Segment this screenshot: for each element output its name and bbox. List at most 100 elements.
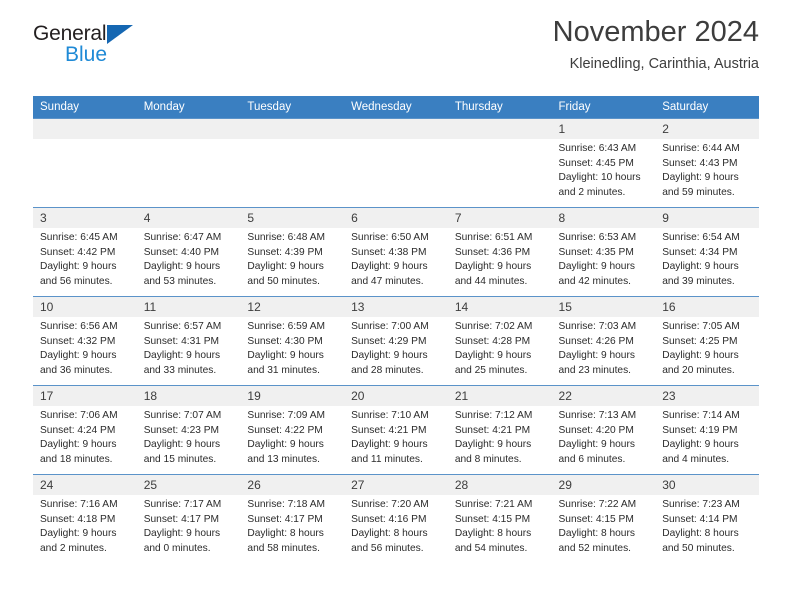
calendar-day-cell[interactable]: 26 Sunrise: 7:18 AM Sunset: 4:17 PM Dayligh… <box>240 474 345 564</box>
calendar-day-cell[interactable]: 19 Sunrise: 7:09 AM Sunset: 4:22 PM Dayligh… <box>240 385 345 475</box>
weekday-header-sunday: Sunday <box>33 96 137 119</box>
calendar-day-cell[interactable]: 11 Sunrise: 6:57 AM Sunset: 4:31 PM Dayligh… <box>136 296 241 386</box>
day-number <box>447 119 552 139</box>
day-details: Sunrise: 7:13 AM Sunset: 4:20 PM Daylight:… <box>552 406 656 467</box>
calendar-day-cell-empty <box>33 118 137 208</box>
sunset-time: Sunset: 4:24 PM <box>40 424 116 436</box>
sunrise-time: Sunrise: 7:03 AM <box>558 321 637 332</box>
day-details: Sunrise: 6:50 AM Sunset: 4:38 PM Daylight:… <box>344 228 448 289</box>
calendar-day-cell[interactable]: 5 Sunrise: 6:48 AM Sunset: 4:39 PM Daylight… <box>240 207 345 297</box>
day-details: Sunrise: 7:18 AM Sunset: 4:17 PM Daylight:… <box>240 495 344 556</box>
day-cell-inner: 16 Sunrise: 7:05 AM Sunset: 4:25 PM Dayligh… <box>655 297 759 385</box>
sunset-time: Sunset: 4:42 PM <box>40 246 116 258</box>
calendar-day-cell[interactable]: 3 Sunrise: 6:45 AM Sunset: 4:42 PM Daylight… <box>33 207 137 297</box>
calendar-day-cell[interactable]: 15 Sunrise: 7:03 AM Sunset: 4:26 PM Dayligh… <box>551 296 656 386</box>
calendar-day-cell[interactable]: 1 Sunrise: 6:43 AM Sunset: 4:45 PM Daylight… <box>551 118 656 208</box>
day-cell-inner: 23 Sunrise: 7:14 AM Sunset: 4:19 PM Dayligh… <box>655 386 759 474</box>
calendar-day-cell[interactable]: 23 Sunrise: 7:14 AM Sunset: 4:19 PM Dayligh… <box>655 385 759 475</box>
calendar-day-cell[interactable]: 17 Sunrise: 7:06 AM Sunset: 4:24 PM Dayligh… <box>33 385 137 475</box>
sunset-time: Sunset: 4:39 PM <box>247 246 323 258</box>
sunset-time: Sunset: 4:21 PM <box>454 424 531 436</box>
calendar-day-cell[interactable]: 9 Sunrise: 6:54 AM Sunset: 4:34 PM Daylight… <box>655 207 759 297</box>
calendar-day-cell[interactable]: 13 Sunrise: 7:00 AM Sunset: 4:29 PM Dayligh… <box>344 296 448 386</box>
sunset-time: Sunset: 4:16 PM <box>351 513 427 525</box>
daylight-duration-line1: Daylight: 8 hours <box>247 528 324 540</box>
sunrise-time: Sunrise: 7:06 AM <box>40 410 118 421</box>
day-number: 8 <box>551 208 656 228</box>
sunrise-time: Sunrise: 7:14 AM <box>662 410 740 421</box>
daylight-duration-line1: Daylight: 9 hours <box>558 261 635 273</box>
generalblue-logo[interactable]: General Blue <box>33 22 163 68</box>
daylight-duration-line2: and 53 minutes. <box>143 275 217 287</box>
calendar-day-cell[interactable]: 27 Sunrise: 7:20 AM Sunset: 4:16 PM Dayligh… <box>344 474 448 564</box>
sunset-time: Sunset: 4:21 PM <box>351 424 427 436</box>
calendar-day-cell[interactable]: 16 Sunrise: 7:05 AM Sunset: 4:25 PM Dayligh… <box>655 296 759 386</box>
day-details: Sunrise: 7:09 AM Sunset: 4:22 PM Daylight:… <box>240 406 344 467</box>
daylight-duration-line1: Daylight: 9 hours <box>454 261 532 273</box>
sunset-time: Sunset: 4:19 PM <box>662 424 738 436</box>
daylight-duration-line2: and 2 minutes. <box>40 542 107 554</box>
sunset-time: Sunset: 4:17 PM <box>143 513 220 525</box>
calendar-day-cell[interactable]: 28 Sunrise: 7:21 AM Sunset: 4:15 PM Dayligh… <box>447 474 552 564</box>
day-number <box>344 119 448 139</box>
sunset-time: Sunset: 4:28 PM <box>454 335 531 347</box>
sunrise-time: Sunrise: 6:57 AM <box>143 321 222 332</box>
calendar-day-cell[interactable]: 24 Sunrise: 7:16 AM Sunset: 4:18 PM Dayligh… <box>33 474 137 564</box>
calendar-day-cell[interactable]: 18 Sunrise: 7:07 AM Sunset: 4:23 PM Dayligh… <box>136 385 241 475</box>
daylight-duration-line1: Daylight: 9 hours <box>351 350 428 362</box>
calendar-day-cell[interactable]: 30 Sunrise: 7:23 AM Sunset: 4:14 PM Dayligh… <box>655 474 759 564</box>
calendar-day-cell[interactable]: 29 Sunrise: 7:22 AM Sunset: 4:15 PM Dayligh… <box>551 474 656 564</box>
day-number: 17 <box>33 386 137 406</box>
calendar-day-cell[interactable]: 8 Sunrise: 6:53 AM Sunset: 4:35 PM Daylight… <box>551 207 656 297</box>
daylight-duration-line1: Daylight: 9 hours <box>143 528 221 540</box>
day-details: Sunrise: 7:12 AM Sunset: 4:21 PM Daylight:… <box>448 406 552 467</box>
sunrise-time: Sunrise: 7:21 AM <box>454 499 533 510</box>
calendar-day-cell[interactable]: 4 Sunrise: 6:47 AM Sunset: 4:40 PM Daylight… <box>136 207 241 297</box>
calendar-day-cell[interactable]: 22 Sunrise: 7:13 AM Sunset: 4:20 PM Dayligh… <box>551 385 656 475</box>
day-cell-inner: 1 Sunrise: 6:43 AM Sunset: 4:45 PM Daylight… <box>551 119 656 207</box>
day-number: 26 <box>240 475 345 495</box>
day-cell-inner: 12 Sunrise: 6:59 AM Sunset: 4:30 PM Dayligh… <box>240 297 345 385</box>
daylight-duration-line1: Daylight: 9 hours <box>454 350 532 362</box>
day-number: 12 <box>240 297 345 317</box>
sunrise-time: Sunrise: 7:09 AM <box>247 410 325 421</box>
triangle-icon <box>107 25 133 44</box>
calendar-day-cell[interactable]: 10 Sunrise: 6:56 AM Sunset: 4:32 PM Dayligh… <box>33 296 137 386</box>
daylight-duration-line2: and 11 minutes. <box>351 453 423 465</box>
day-cell-inner: 6 Sunrise: 6:50 AM Sunset: 4:38 PM Daylight… <box>344 208 448 296</box>
calendar-day-cell[interactable]: 7 Sunrise: 6:51 AM Sunset: 4:36 PM Daylight… <box>447 207 552 297</box>
weekday-header-row: Sunday Monday Tuesday Wednesday Thursday… <box>33 96 759 119</box>
sunrise-time: Sunrise: 7:12 AM <box>454 410 533 421</box>
calendar-day-cell[interactable]: 2 Sunrise: 6:44 AM Sunset: 4:43 PM Daylight… <box>655 118 759 208</box>
calendar-day-cell[interactable]: 14 Sunrise: 7:02 AM Sunset: 4:28 PM Dayligh… <box>447 296 552 386</box>
daylight-duration-line2: and 0 minutes. <box>143 542 211 554</box>
sunrise-time: Sunrise: 7:02 AM <box>454 321 533 332</box>
daylight-duration-line2: and 2 minutes. <box>558 186 626 198</box>
calendar-day-cell[interactable]: 21 Sunrise: 7:12 AM Sunset: 4:21 PM Dayligh… <box>447 385 552 475</box>
daylight-duration-line2: and 36 minutes. <box>40 364 113 376</box>
day-details: Sunrise: 7:03 AM Sunset: 4:26 PM Daylight:… <box>552 317 656 378</box>
daylight-duration-line2: and 6 minutes. <box>558 453 626 465</box>
day-cell-inner: 15 Sunrise: 7:03 AM Sunset: 4:26 PM Dayligh… <box>551 297 656 385</box>
daylight-duration-line2: and 39 minutes. <box>662 275 735 287</box>
sunset-time: Sunset: 4:29 PM <box>351 335 427 347</box>
daylight-duration-line1: Daylight: 9 hours <box>40 261 117 273</box>
day-cell-inner: 30 Sunrise: 7:23 AM Sunset: 4:14 PM Dayligh… <box>655 475 759 564</box>
sunrise-time: Sunrise: 7:23 AM <box>662 499 740 510</box>
day-number: 4 <box>136 208 241 228</box>
day-details: Sunrise: 6:51 AM Sunset: 4:36 PM Daylight:… <box>448 228 552 289</box>
calendar-day-cell[interactable]: 6 Sunrise: 6:50 AM Sunset: 4:38 PM Daylight… <box>344 207 448 297</box>
sunrise-time: Sunrise: 7:22 AM <box>558 499 637 510</box>
daylight-duration-line1: Daylight: 9 hours <box>558 439 635 451</box>
calendar-day-cell[interactable]: 25 Sunrise: 7:17 AM Sunset: 4:17 PM Dayligh… <box>136 474 241 564</box>
day-number: 13 <box>344 297 448 317</box>
day-number: 29 <box>551 475 656 495</box>
daylight-duration-line1: Daylight: 9 hours <box>351 439 428 451</box>
calendar-day-cell[interactable]: 12 Sunrise: 6:59 AM Sunset: 4:30 PM Dayligh… <box>240 296 345 386</box>
daylight-duration-line1: Daylight: 9 hours <box>454 439 532 451</box>
sunset-time: Sunset: 4:40 PM <box>143 246 220 258</box>
calendar-day-cell[interactable]: 20 Sunrise: 7:10 AM Sunset: 4:21 PM Dayligh… <box>344 385 448 475</box>
day-cell-inner: 26 Sunrise: 7:18 AM Sunset: 4:17 PM Dayligh… <box>240 475 345 564</box>
sunset-time: Sunset: 4:36 PM <box>454 246 531 258</box>
calendar-grid: Sunday Monday Tuesday Wednesday Thursday… <box>33 96 759 564</box>
